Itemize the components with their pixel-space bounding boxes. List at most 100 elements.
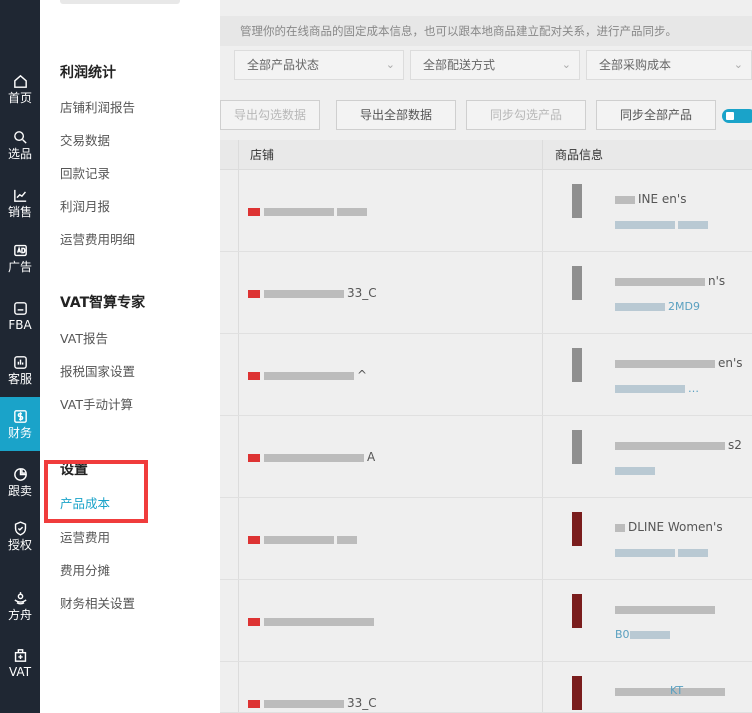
pie-icon	[13, 468, 27, 481]
nav-item-follow-sell[interactable]: 跟卖	[0, 455, 40, 509]
shipping-method-filter[interactable]: 全部配送方式 ⌄	[410, 50, 580, 80]
product-thumbnail	[572, 266, 582, 300]
menu-item-operating-expense-details[interactable]: 运营费用明细	[60, 229, 135, 248]
nav-item-fba[interactable]: FBA	[0, 289, 40, 343]
nav-item-sales[interactable]: 销售	[0, 176, 40, 230]
menu-item-profit-monthly[interactable]: 利润月报	[60, 196, 110, 215]
product-sku: KT	[670, 684, 684, 697]
ark-icon	[13, 592, 27, 605]
product-thumbnail	[572, 512, 582, 546]
nav-label: 跟卖	[7, 484, 32, 498]
product-title: en's	[615, 356, 743, 370]
product-title	[615, 602, 718, 616]
nav-item-authorization[interactable]: 授权	[0, 509, 40, 563]
nav-label: VAT	[8, 665, 32, 679]
product-sku: 2MD9	[615, 300, 700, 313]
product-thumbnail	[572, 594, 582, 628]
table-row[interactable]: 33_C n's 2MD9	[220, 252, 752, 334]
table-header: 店铺 商品信息	[220, 140, 752, 170]
nav-item-home[interactable]: 首页	[0, 62, 40, 116]
nav-label: 选品	[7, 147, 32, 161]
background-page: 管理你的在线商品的固定成本信息，也可以跟本地商品建立配对关系，进行产品同步。 全…	[220, 0, 752, 713]
menu-item-vat-report[interactable]: VAT报告	[60, 328, 108, 347]
menu-item-transaction-data[interactable]: 交易数据	[60, 130, 110, 149]
product-thumbnail	[572, 676, 582, 710]
table-row[interactable]: 33_C KT	[220, 662, 752, 713]
nav-label: FBA	[8, 318, 32, 332]
table-row[interactable]: B0	[220, 580, 752, 662]
search-icon	[13, 131, 27, 144]
nav-item-vat[interactable]: VAT	[0, 636, 40, 690]
product-thumbnail	[572, 184, 582, 218]
menu-item-store-profit-report[interactable]: 店铺利润报告	[60, 97, 135, 116]
table-row[interactable]: DLINE Women's	[220, 498, 752, 580]
shield-icon	[14, 521, 26, 536]
shop-cell: 33_C	[248, 696, 377, 710]
nav-item-ads[interactable]: 广告	[0, 231, 40, 285]
menu-item-cost-allocation[interactable]: 费用分摊	[60, 560, 110, 579]
filter-label: 全部配送方式	[423, 58, 496, 72]
product-thumbnail	[572, 430, 582, 464]
nav-label: 客服	[7, 372, 32, 386]
nav-item-service[interactable]: 客服	[0, 343, 40, 397]
product-title: s2	[615, 438, 742, 452]
filter-label: 全部采购成本	[599, 58, 672, 72]
highlight-box	[44, 460, 148, 523]
product-thumbnail	[572, 348, 582, 382]
export-selected-button[interactable]: 导出勾选数据	[220, 100, 320, 130]
export-all-button[interactable]: 导出全部数据	[336, 100, 456, 130]
column-product-info: 商品信息	[555, 148, 604, 162]
nav-label: 方舟	[7, 608, 32, 622]
product-sku: B0	[615, 628, 673, 641]
menu-item-tax-country-settings[interactable]: 报税国家设置	[60, 361, 135, 380]
product-status-filter[interactable]: 全部产品状态 ⌄	[234, 50, 404, 80]
logo	[0, 0, 40, 22]
product-title: n's	[615, 274, 725, 288]
table-row[interactable]: INE en's	[220, 170, 752, 252]
nav-label: 授权	[7, 538, 32, 552]
menu-item-operating-expenses[interactable]: 运营费用	[60, 527, 110, 546]
product-title: INE en's	[615, 192, 686, 206]
chevron-down-icon: ⌄	[561, 58, 571, 71]
nav-label: 广告	[7, 260, 32, 274]
chart-icon	[13, 189, 26, 202]
nav-item-finance[interactable]: 财务	[0, 397, 40, 451]
purchase-cost-filter[interactable]: 全部采购成本 ⌄	[586, 50, 752, 80]
group-title-profit: 利润统计	[60, 65, 116, 81]
shop-cell: 33_C	[248, 286, 377, 300]
bars-icon	[13, 356, 27, 369]
table-row[interactable]: ^ en's …	[220, 334, 752, 416]
toggle-switch[interactable]	[722, 109, 752, 123]
sync-all-button[interactable]: 同步全部产品	[596, 100, 716, 130]
sync-selected-button[interactable]: 同步勾选产品	[466, 100, 586, 130]
shop-cell: A	[248, 450, 375, 464]
menu-item-vat-manual-calc[interactable]: VAT手动计算	[60, 394, 133, 413]
nav-item-ark[interactable]: 方舟	[0, 579, 40, 633]
home-icon	[13, 74, 27, 88]
ad-icon	[13, 244, 27, 257]
column-shop: 店铺	[250, 148, 275, 162]
main-nav-rail: 首页 选品 销售 广告 FBA 客服 财务 跟卖 授权 方舟 VAT	[0, 0, 40, 713]
product-sku: …	[615, 382, 699, 395]
chevron-down-icon: ⌄	[385, 58, 395, 71]
nav-label: 销售	[7, 205, 32, 219]
page-notice: 管理你的在线商品的固定成本信息，也可以跟本地商品建立配对关系，进行产品同步。	[220, 16, 752, 46]
flyout-top-edge	[60, 0, 180, 4]
finance-flyout-menu: 利润统计 店铺利润报告 交易数据 回款记录 利润月报 运营费用明细 VAT智算专…	[40, 0, 220, 713]
shop-cell: ^	[248, 368, 367, 382]
nav-item-selection[interactable]: 选品	[0, 118, 40, 172]
product-sku	[615, 546, 711, 559]
group-title-vat: VAT智算专家	[60, 295, 146, 311]
shop-cell	[248, 532, 360, 546]
product-title: DLINE Women's	[615, 520, 723, 534]
dollar-icon	[13, 410, 27, 423]
product-sku	[615, 218, 711, 231]
menu-item-payment-records[interactable]: 回款记录	[60, 163, 110, 182]
filter-label: 全部产品状态	[247, 58, 320, 72]
table-row[interactable]: A s2	[220, 416, 752, 498]
nav-label: 首页	[7, 91, 32, 105]
shop-cell	[248, 204, 370, 218]
chevron-down-icon: ⌄	[733, 58, 743, 71]
menu-item-finance-settings[interactable]: 财务相关设置	[60, 593, 135, 612]
product-sku	[615, 464, 658, 477]
